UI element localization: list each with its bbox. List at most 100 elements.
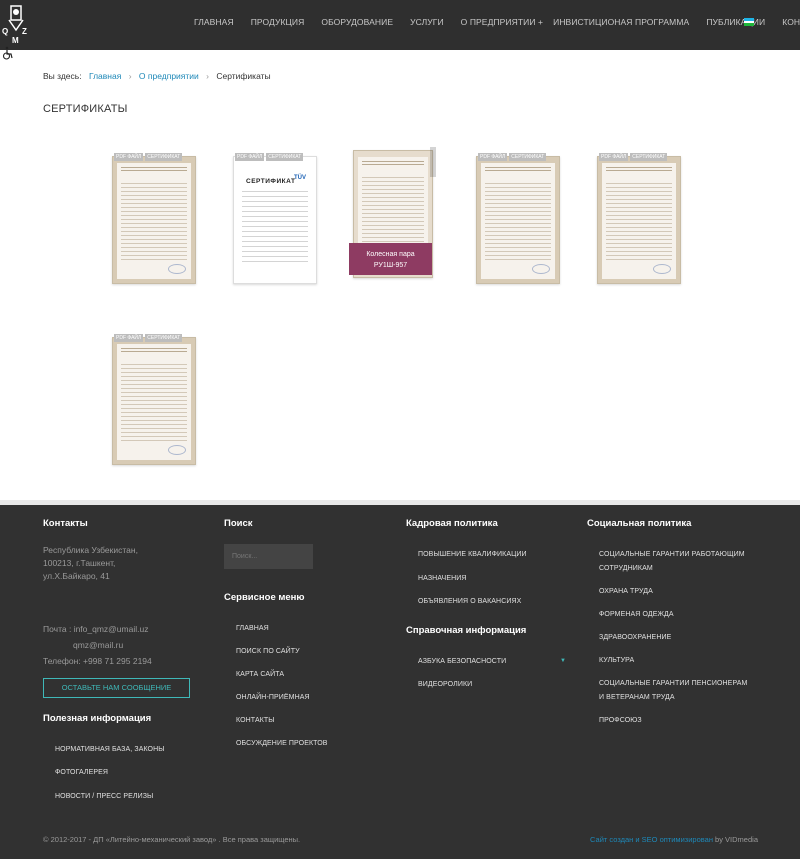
certificate-tags: PDF файл Сертификат bbox=[235, 153, 304, 161]
footer-link-news[interactable]: Новости / пресс релизы bbox=[55, 793, 153, 800]
breadcrumb-home[interactable]: Главная bbox=[89, 71, 121, 81]
footer-search-input[interactable] bbox=[224, 544, 313, 569]
footer-social-heading: Социальная политика bbox=[587, 518, 692, 529]
certificate-thumbnail-hovered[interactable]: Колесная пара РУ1Ш-957 bbox=[349, 147, 436, 278]
footer-service-heading: Сервисное меню bbox=[224, 592, 305, 603]
footer-address-line: ул.Х.Байкаро, 41 bbox=[43, 571, 110, 581]
svg-text:Z: Z bbox=[22, 27, 27, 36]
footer-link-reception[interactable]: Онлайн-приёмная bbox=[236, 694, 310, 701]
certificate-tag: Сертификат bbox=[145, 153, 183, 161]
nav-products[interactable]: Продукция bbox=[251, 17, 305, 27]
caption-line-2: РУ1Ш-957 bbox=[373, 262, 408, 269]
footer-link-appointments[interactable]: Назначения bbox=[418, 575, 467, 582]
nav-equipment[interactable]: Оборудование bbox=[321, 17, 393, 27]
breadcrumb-separator: › bbox=[206, 71, 209, 81]
footer-address-line: Республика Узбекистан, bbox=[43, 545, 138, 555]
page-title: Сертификаты bbox=[43, 103, 128, 115]
certificate-thumbnail[interactable]: СЕРТИФИКАТ TÜV PDF файл Сертификат bbox=[233, 153, 317, 284]
breadcrumb: Вы здесь: Главная › О предприятии › Серт… bbox=[43, 71, 271, 81]
nav-publications[interactable]: Публикации bbox=[706, 17, 765, 27]
footer-link-videos[interactable]: Видеоролики bbox=[418, 681, 472, 688]
breadcrumb-about[interactable]: О предприятии bbox=[139, 71, 199, 81]
pdf-tag: PDF файл bbox=[235, 153, 265, 161]
copyright: © 2012-2017 - ДП «Литейно-механический з… bbox=[43, 835, 301, 844]
footer-link-union[interactable]: Профсоюз bbox=[599, 717, 642, 724]
stamp-icon bbox=[653, 264, 671, 274]
certificate-thumbnail[interactable]: PDF файл Сертификат bbox=[476, 153, 560, 284]
footer-contacts-heading: Контакты bbox=[43, 518, 88, 529]
certificate-tag: Сертификат bbox=[509, 153, 547, 161]
certificate-thumbnail[interactable]: PDF файл Сертификат bbox=[112, 153, 196, 284]
footer-link-social-guarantees[interactable]: Социальные гарантии работающим сотрудник… bbox=[599, 548, 749, 576]
stamp-icon bbox=[168, 264, 186, 274]
pdf-tag: PDF файл bbox=[478, 153, 508, 161]
breadcrumb-prefix: Вы здесь: bbox=[43, 71, 82, 81]
nav-contacts[interactable]: Контакты bbox=[782, 17, 800, 27]
developer-credit-by: by VIDmedia bbox=[712, 835, 758, 844]
footer-link-projects[interactable]: Обсуждение проектов bbox=[236, 740, 328, 747]
footer-link-healthcare[interactable]: Здравоохранение bbox=[599, 634, 671, 641]
certificate-thumbnail[interactable]: PDF файл Сертификат bbox=[597, 153, 681, 284]
footer-link-sitemap[interactable]: Карта сайта bbox=[236, 671, 284, 678]
certificate-tags: PDF файл Сертификат bbox=[599, 153, 668, 161]
pdf-tag: PDF файл bbox=[599, 153, 629, 161]
footer-link-gallery[interactable]: Фотогалерея bbox=[55, 769, 108, 776]
certificate-title: СЕРТИФИКАТ bbox=[246, 178, 296, 185]
stamp-icon bbox=[532, 264, 550, 274]
footer-link-safety[interactable]: Азбука безопасности bbox=[418, 658, 506, 665]
footer-link-site-search[interactable]: Поиск по сайту bbox=[236, 648, 300, 655]
top-navbar: Q Z M Главная Продукция Оборудование Усл… bbox=[0, 0, 800, 50]
stamp-icon bbox=[168, 445, 186, 455]
footer-phone: Телефон: +998 71 295 2194 bbox=[43, 656, 152, 666]
svg-text:Q: Q bbox=[2, 27, 8, 36]
certificate-tag: Сертификат bbox=[266, 153, 304, 161]
main-nav: Главная Продукция Оборудование Услуги О … bbox=[194, 17, 800, 27]
footer-link-contacts[interactable]: Контакты bbox=[236, 717, 275, 724]
tuv-logo: TÜV bbox=[294, 175, 306, 181]
nav-home[interactable]: Главная bbox=[194, 17, 234, 27]
footer-email-alt[interactable]: qmz@mail.ru bbox=[73, 639, 123, 652]
developer-credit: Сайт создан и SEO оптимизирован by VIDme… bbox=[590, 835, 758, 844]
footer-reference-heading: Справочная информация bbox=[406, 625, 527, 636]
certificate-page bbox=[117, 163, 191, 279]
certificate-tags: PDF файл Сертификат bbox=[114, 334, 183, 342]
footer-hr-heading: Кадровая политика bbox=[406, 518, 498, 529]
footer-link-pensioners[interactable]: Социальные гарантии пенсионерам и ветера… bbox=[599, 677, 749, 705]
certificate-page bbox=[481, 163, 555, 279]
breadcrumb-separator: › bbox=[128, 71, 132, 81]
certificate-caption[interactable]: Колесная пара РУ1Ш-957 bbox=[349, 243, 432, 275]
developer-credit-link[interactable]: Сайт создан и SEO оптимизирован bbox=[590, 835, 713, 844]
nav-about[interactable]: О предприятии + bbox=[461, 17, 543, 27]
footer-link-culture[interactable]: Культура bbox=[599, 657, 634, 664]
footer-link-labor-safety[interactable]: Охрана труда bbox=[599, 588, 653, 595]
footer-email[interactable]: Почта : info_qmz@umail.uz bbox=[43, 623, 148, 636]
footer-link-qualification[interactable]: Повышение квалификации bbox=[418, 551, 527, 558]
nav-services[interactable]: Услуги bbox=[410, 17, 444, 27]
certificate-page bbox=[117, 344, 191, 460]
certificate-tags: PDF файл Сертификат bbox=[114, 153, 183, 161]
breadcrumb-current: Сертификаты bbox=[216, 71, 271, 81]
certificate-tag: Сертификат bbox=[145, 334, 183, 342]
footer-useful-heading: Полезная информация bbox=[43, 713, 152, 724]
pdf-tag: PDF файл bbox=[114, 334, 144, 342]
pdf-tag: PDF файл bbox=[114, 153, 144, 161]
nav-investment[interactable]: Инвистиционая программа bbox=[553, 17, 689, 27]
footer-link-uniform[interactable]: Форменая одежда bbox=[599, 611, 674, 618]
company-logo[interactable]: Q Z M bbox=[1, 4, 31, 44]
certificate-thumbnail[interactable]: PDF файл Сертификат bbox=[112, 334, 196, 465]
certificate-page: СЕРТИФИКАТ TÜV bbox=[238, 163, 312, 279]
wheelchair-icon[interactable] bbox=[1, 46, 15, 60]
leave-message-button[interactable]: Оставьте нам сообщение bbox=[43, 678, 190, 698]
footer-link-vacancies[interactable]: Объявления о вакансиях bbox=[418, 598, 521, 605]
chevron-down-icon[interactable]: ▼ bbox=[560, 658, 566, 664]
svg-text:M: M bbox=[12, 36, 19, 44]
certificate-tags: PDF файл Сертификат bbox=[478, 153, 547, 161]
footer-search-heading: Поиск bbox=[224, 518, 253, 529]
uzbekistan-flag-icon[interactable] bbox=[744, 18, 754, 26]
scroll-indicator bbox=[430, 147, 436, 177]
caption-line-1: Колесная пара bbox=[366, 251, 415, 258]
footer-address-line: 100213, г.Ташкент, bbox=[43, 558, 116, 568]
footer-link-home[interactable]: Главная bbox=[236, 625, 269, 632]
footer-link-regulations[interactable]: Нормативная база, законы bbox=[55, 746, 165, 753]
certificate-tag: Сертификат bbox=[630, 153, 668, 161]
